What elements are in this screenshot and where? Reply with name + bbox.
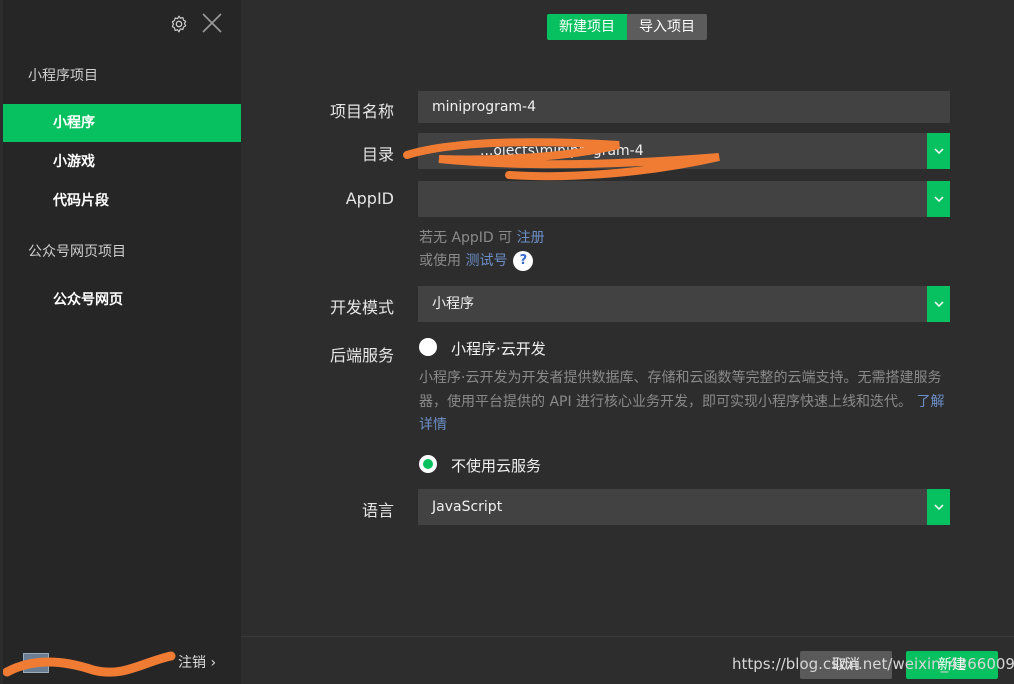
section-title-miniprogram: 小程序项目 — [28, 68, 98, 84]
test-account-link[interactable]: 测试号 — [465, 253, 507, 269]
section-title-official-account: 公众号网页项目 — [28, 244, 126, 260]
project-name-input[interactable]: miniprogram-4 — [418, 91, 950, 123]
watermark: https://blog.csdn.net/weixin_43660099 — [732, 655, 1014, 673]
appid-label: AppID — [345, 189, 394, 208]
cloud-option-label[interactable]: 小程序·云开发 — [451, 338, 546, 359]
cloud-radio[interactable] — [419, 338, 437, 356]
backend-label: 后端服务 — [329, 346, 394, 365]
directory-input[interactable]: ...ojects\miniprogram-4 — [418, 133, 950, 169]
footer-divider — [241, 636, 1014, 637]
dev-mode-label: 开发模式 — [329, 298, 394, 317]
avatar — [23, 653, 49, 673]
register-link[interactable]: 注册 — [517, 230, 545, 246]
tab-import-project[interactable]: 导入项目 — [627, 14, 707, 40]
dev-mode-select[interactable]: 小程序 — [418, 286, 950, 322]
test-account-hint: 或使用 测试号? — [419, 250, 534, 271]
cloud-description-text: 小程序·云开发为开发者提供数据库、存储和云函数等完整的云端支持。无需搭建服务器，… — [419, 370, 942, 410]
logout-link[interactable]: 注销 › — [178, 652, 216, 672]
language-label: 语言 — [361, 501, 394, 520]
directory-label: 目录 — [361, 145, 394, 164]
language-select[interactable]: JavaScript — [418, 489, 950, 525]
sidebar: 小程序项目 小程序 小游戏 代码片段 公众号网页项目 公众号网页 注销 › — [3, 0, 241, 684]
sidebar-item-official-web[interactable]: 公众号网页 — [3, 281, 241, 319]
help-icon[interactable]: ? — [513, 251, 534, 271]
sidebar-item-code-snippet[interactable]: 代码片段 — [3, 182, 241, 220]
chevron-down-icon[interactable] — [927, 489, 950, 525]
appid-hint: 若无 AppID 可 注册 — [419, 227, 545, 247]
main-panel: 新建项目 导入项目 项目名称 miniprogram-4 目录 ...oject… — [241, 0, 1014, 684]
gear-icon[interactable] — [169, 14, 189, 34]
appid-input[interactable] — [418, 181, 950, 217]
cloud-description: 小程序·云开发为开发者提供数据库、存储和云函数等完整的云端支持。无需搭建服务器，… — [419, 367, 954, 438]
chevron-down-icon[interactable] — [927, 286, 950, 322]
tab-new-project[interactable]: 新建项目 — [547, 14, 627, 40]
project-name-label: 项目名称 — [329, 102, 394, 121]
test-hint-text: 或使用 — [419, 253, 466, 269]
no-cloud-radio[interactable] — [419, 455, 437, 473]
project-tabs: 新建项目 导入项目 — [547, 14, 707, 40]
language-value: JavaScript — [432, 499, 503, 515]
no-cloud-label[interactable]: 不使用云服务 — [451, 455, 541, 476]
directory-value: ...ojects\miniprogram-4 — [480, 143, 644, 159]
sidebar-item-minigame[interactable]: 小游戏 — [3, 143, 241, 181]
chevron-down-icon[interactable] — [927, 181, 950, 217]
sidebar-footer: 注销 › — [3, 636, 241, 684]
chevron-down-icon[interactable] — [927, 133, 950, 169]
appid-hint-text: 若无 AppID 可 — [419, 230, 517, 246]
close-icon[interactable] — [200, 11, 224, 35]
sidebar-item-miniprogram[interactable]: 小程序 — [3, 104, 241, 142]
dev-mode-value: 小程序 — [432, 296, 474, 312]
